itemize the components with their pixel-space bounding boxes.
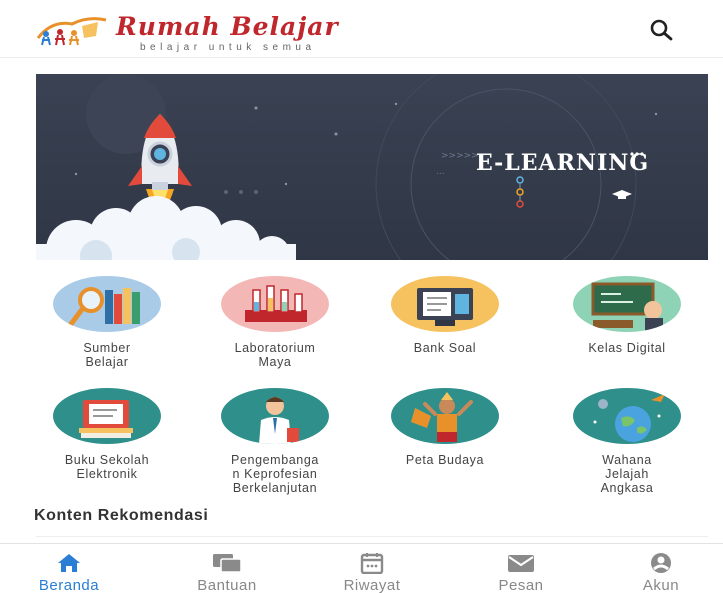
menu-label: Laboratorium Maya <box>234 341 316 369</box>
elearning-banner[interactable]: >>>>> ... E-LEARNING <box>36 74 708 260</box>
search-icon <box>650 19 673 41</box>
bottom-navigation: Beranda Bantuan Riwayat Pesan Akun <box>0 543 723 593</box>
menu-item-peta-budaya[interactable]: Peta Budaya <box>370 388 520 467</box>
svg-text:>>>>>: >>>>> <box>441 151 479 161</box>
calendar-icon <box>357 552 387 575</box>
menu-label: Wahana Jelajah Angkasa <box>600 453 654 495</box>
planet-space-icon <box>573 388 681 444</box>
monitor-document-icon <box>391 276 499 332</box>
mail-icon <box>506 552 536 574</box>
app-header: Rumah Belajar belajar untuk semua <box>0 0 723 58</box>
menu-item-wahana-jelajah-angkasa[interactable]: Wahana Jelajah Angkasa <box>552 388 702 495</box>
logo-tagline: belajar untuk semua <box>140 42 316 53</box>
lab-flasks-icon <box>221 276 329 332</box>
search-button[interactable] <box>646 16 678 44</box>
ebook-stack-icon <box>53 388 161 444</box>
teacher-icon <box>221 388 329 444</box>
nav-item-akun[interactable]: Akun <box>606 544 716 593</box>
menu-label: Peta Budaya <box>405 453 485 467</box>
culture-dancer-icon <box>391 388 499 444</box>
menu-item-bank-soal[interactable]: Bank Soal <box>370 276 520 355</box>
books-magnifier-icon <box>53 276 161 332</box>
logo-title: Rumah Belajar <box>116 12 339 41</box>
menu-label: Sumber Belajar <box>83 341 131 369</box>
nav-label: Pesan <box>498 577 544 593</box>
menu-label: Kelas Digital <box>588 341 666 355</box>
nav-item-riwayat[interactable]: Riwayat <box>317 544 427 593</box>
home-icon <box>54 552 84 574</box>
classroom-board-icon <box>573 276 681 332</box>
nav-label: Bantuan <box>197 577 257 593</box>
nav-item-pesan[interactable]: Pesan <box>466 544 576 593</box>
logo-figures-icon <box>36 17 107 46</box>
nav-item-bantuan[interactable]: Bantuan <box>172 544 282 593</box>
svg-text:...: ... <box>436 167 445 177</box>
menu-label: Bank Soal <box>413 341 477 355</box>
menu-item-buku-sekolah-elektronik[interactable]: Buku Sekolah Elektronik <box>32 388 182 481</box>
menu-label: Pengembanga n Keprofesian Berkelanjutan <box>231 453 319 495</box>
menu-item-laboratorium-maya[interactable]: Laboratorium Maya <box>200 276 350 369</box>
section-title-rekomendasi: Konten Rekomendasi <box>34 507 209 524</box>
chat-icon <box>212 552 242 574</box>
nav-label: Riwayat <box>343 577 401 593</box>
nav-item-beranda[interactable]: Beranda <box>14 544 124 593</box>
rumah-belajar-logo[interactable]: Rumah Belajar belajar untuk semua <box>28 8 348 53</box>
nav-label: Akun <box>642 577 680 593</box>
account-icon <box>646 552 676 574</box>
menu-item-kelas-digital[interactable]: Kelas Digital <box>552 276 702 355</box>
banner-title: E-LEARNING <box>476 150 650 176</box>
menu-item-sumber-belajar[interactable]: Sumber Belajar <box>32 276 182 369</box>
menu-label: Buku Sekolah Elektronik <box>64 453 150 481</box>
nav-label: Beranda <box>38 577 100 593</box>
menu-item-pengembangan-keprofesian[interactable]: Pengembanga n Keprofesian Berkelanjutan <box>200 388 350 495</box>
